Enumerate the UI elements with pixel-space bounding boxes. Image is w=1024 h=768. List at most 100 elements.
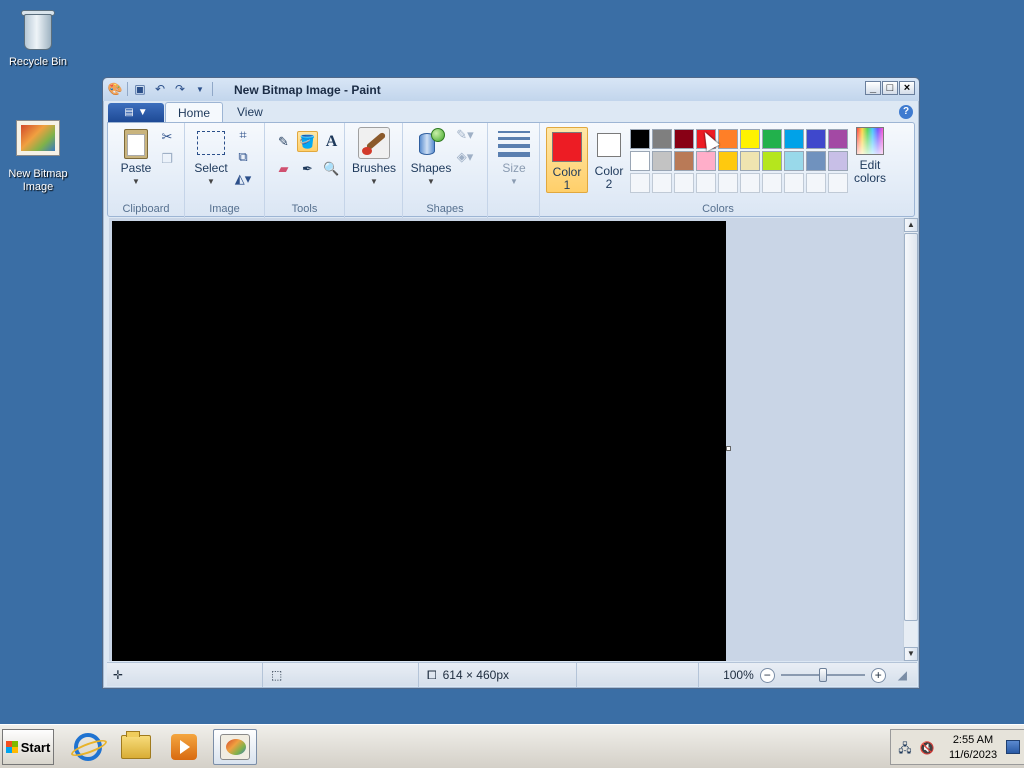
size-button[interactable]: Size ▼: [496, 127, 532, 188]
taskbar-file-explorer[interactable]: [114, 729, 158, 765]
palette-swatch[interactable]: [696, 151, 716, 171]
palette-custom-slot[interactable]: [674, 173, 694, 193]
taskbar-paint[interactable]: [213, 729, 257, 765]
customize-qat-icon[interactable]: ▼: [192, 81, 208, 97]
select-button[interactable]: Select ▼: [193, 127, 229, 188]
palette-custom-slot[interactable]: [806, 173, 826, 193]
palette-swatch[interactable]: [652, 151, 672, 171]
cut-icon[interactable]: ✂: [157, 127, 177, 147]
redo-icon[interactable]: ↷: [172, 81, 188, 97]
rotate-icon[interactable]: ◭▾: [233, 169, 253, 189]
scroll-down-button[interactable]: ▼: [904, 647, 918, 661]
palette-swatch[interactable]: [718, 129, 738, 149]
status-bar: ✛ ⬚ ⧠ 614 × 460px 100% − + ◢: [107, 662, 917, 687]
color-picker-icon[interactable]: ✒: [297, 158, 318, 179]
edit-colors-button[interactable]: Edit colors: [848, 127, 892, 185]
resize-icon[interactable]: ⧉: [233, 147, 253, 167]
undo-icon[interactable]: ↶: [152, 81, 168, 97]
palette-custom-slot[interactable]: [828, 173, 848, 193]
show-desktop-button[interactable]: [1006, 740, 1020, 754]
minimize-button[interactable]: _: [865, 81, 881, 95]
palette-swatch[interactable]: [674, 129, 694, 149]
desktop-icon-new-bitmap[interactable]: New Bitmap Image: [0, 120, 76, 194]
desktop-icon-recycle-bin[interactable]: Recycle Bin: [0, 8, 76, 69]
paint-window: 🎨 ▣ ↶ ↷ ▼ New Bitmap Image - Paint _ □ ×…: [102, 77, 920, 689]
palette-custom-slot[interactable]: [630, 173, 650, 193]
save-icon[interactable]: ▣: [132, 81, 148, 97]
start-button[interactable]: Start: [2, 729, 54, 765]
canvas-resize-handle-right[interactable]: [726, 446, 731, 451]
color1-button[interactable]: Color 1: [546, 127, 588, 193]
scroll-up-button[interactable]: ▲: [904, 218, 918, 232]
pencil-icon[interactable]: ✎: [273, 131, 294, 152]
zoom-in-button[interactable]: +: [870, 667, 886, 683]
tab-home[interactable]: Home: [165, 102, 224, 123]
group-clipboard: Paste ▼ ✂ ❐ Clipboard: [108, 123, 185, 218]
internet-explorer-icon: [74, 733, 102, 761]
palette-swatch[interactable]: [828, 151, 848, 171]
palette-swatch[interactable]: [784, 129, 804, 149]
group-tools: ✎ 🪣 A ▰ ✒ 🔍 Tools: [265, 123, 345, 218]
copy-icon[interactable]: ❐: [157, 149, 177, 169]
paste-button[interactable]: Paste ▼: [118, 127, 154, 188]
brushes-button[interactable]: Brushes ▼: [351, 127, 397, 188]
clock[interactable]: 2:55 AM 11/6/2023: [943, 733, 1003, 763]
palette-swatch[interactable]: [740, 129, 760, 149]
group-image: Select ▼ ⌗ ⧉ ◭▾ Image: [185, 123, 265, 218]
paint-app-icon[interactable]: 🎨: [107, 81, 123, 97]
vertical-scrollbar[interactable]: ▲ ▼: [903, 218, 918, 661]
palette-swatch[interactable]: [740, 151, 760, 171]
fill-icon[interactable]: 🪣: [297, 131, 318, 152]
scroll-thumb[interactable]: [904, 233, 918, 621]
system-tray: 🖧 🔇 2:55 AM 11/6/2023: [890, 729, 1024, 765]
outline-icon[interactable]: ✎▾: [455, 125, 475, 145]
canvas-workspace: [109, 218, 905, 661]
volume-muted-icon[interactable]: 🔇: [919, 740, 935, 756]
eraser-icon[interactable]: ▰: [273, 158, 294, 179]
palette-custom-slot[interactable]: [652, 173, 672, 193]
palette-swatch[interactable]: [828, 129, 848, 149]
drawing-canvas[interactable]: [112, 221, 726, 661]
help-icon[interactable]: ?: [899, 105, 913, 119]
maximize-button[interactable]: □: [882, 81, 898, 95]
close-button[interactable]: ×: [899, 81, 915, 95]
color2-button[interactable]: Color 2: [588, 127, 630, 193]
palette-swatch[interactable]: [806, 129, 826, 149]
zoom-out-button[interactable]: −: [759, 667, 775, 683]
size-icon: [498, 127, 530, 159]
magnifier-icon[interactable]: 🔍: [321, 158, 342, 179]
palette-swatch[interactable]: [652, 129, 672, 149]
palette-swatch[interactable]: [674, 151, 694, 171]
color1-swatch: [552, 132, 582, 162]
palette-swatch[interactable]: [784, 151, 804, 171]
zoom-slider-knob[interactable]: [818, 668, 827, 682]
edit-colors-icon: [856, 127, 884, 155]
color2-swatch: [597, 133, 621, 157]
paint-menu-button[interactable]: ▤ ▼: [108, 103, 164, 122]
fill-shape-icon[interactable]: ◈▾: [455, 147, 475, 167]
recycle-bin-label: Recycle Bin: [8, 56, 68, 68]
palette-custom-slot[interactable]: [784, 173, 804, 193]
paste-icon: [120, 127, 152, 159]
tab-view[interactable]: View: [225, 102, 275, 123]
palette-swatch[interactable]: [630, 129, 650, 149]
palette-swatch[interactable]: [762, 129, 782, 149]
palette-swatch[interactable]: [718, 151, 738, 171]
paint-icon: [220, 734, 250, 760]
palette-custom-slot[interactable]: [762, 173, 782, 193]
zoom-slider[interactable]: [780, 668, 865, 682]
new-bitmap-label: New Bitmap Image: [8, 168, 68, 193]
resize-grip-icon[interactable]: ◢: [898, 668, 907, 682]
palette-custom-slot[interactable]: [718, 173, 738, 193]
taskbar-media-player[interactable]: [162, 729, 206, 765]
palette-swatch[interactable]: [630, 151, 650, 171]
palette-swatch[interactable]: [762, 151, 782, 171]
shapes-button[interactable]: Shapes ▼: [409, 127, 453, 188]
network-icon[interactable]: 🖧: [897, 740, 913, 756]
taskbar-internet-explorer[interactable]: [66, 729, 110, 765]
palette-custom-slot[interactable]: [740, 173, 760, 193]
text-icon[interactable]: A: [321, 131, 342, 152]
palette-custom-slot[interactable]: [696, 173, 716, 193]
crop-icon[interactable]: ⌗: [233, 125, 253, 145]
palette-swatch[interactable]: [806, 151, 826, 171]
